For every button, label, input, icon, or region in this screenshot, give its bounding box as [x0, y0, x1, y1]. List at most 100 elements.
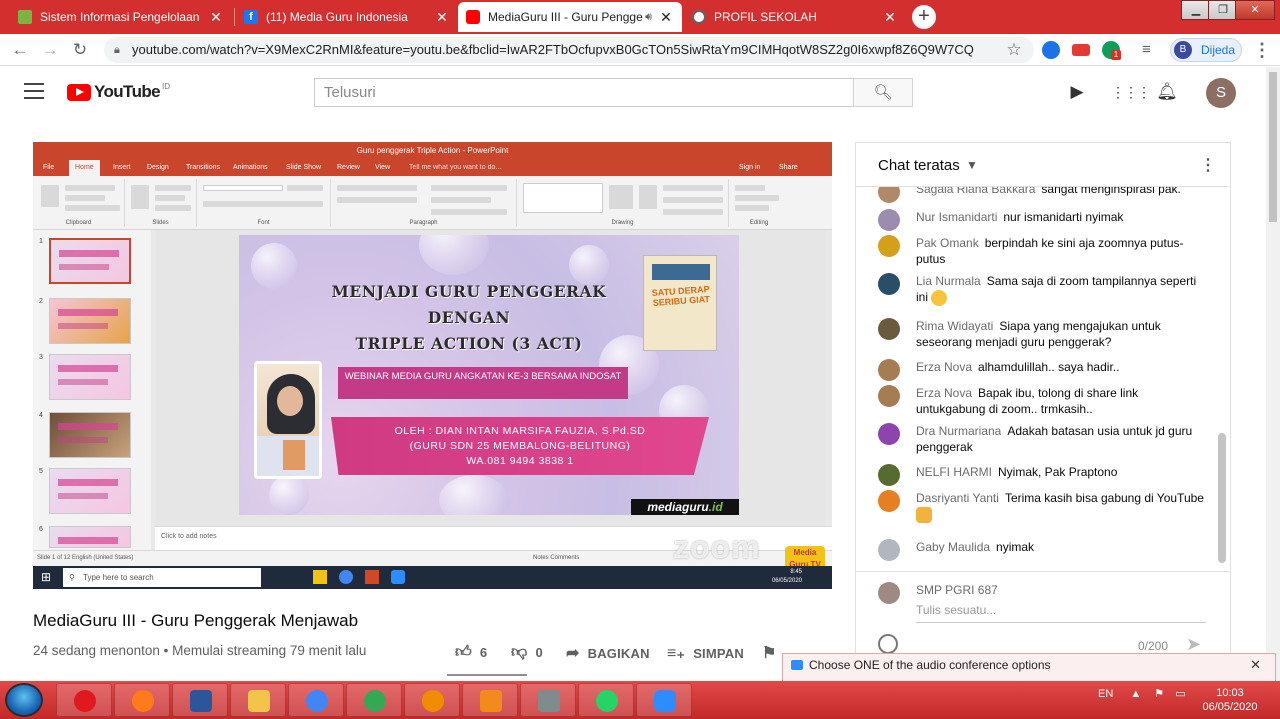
- avatar: [878, 318, 900, 340]
- create-video-icon[interactable]: ▶︎: [1066, 81, 1088, 103]
- slide-thumbnail[interactable]: [49, 238, 131, 284]
- chat-scrollbar[interactable]: [1218, 433, 1226, 563]
- back-icon[interactable]: ←: [8, 38, 32, 62]
- tray-expand-icon[interactable]: ▲: [1130, 688, 1141, 700]
- ribbon-tab[interactable]: Design: [147, 160, 169, 176]
- chat-message: Lia Nurmala Sama saja di zoom tampilannya…: [878, 273, 1208, 306]
- slide-thumbnail[interactable]: [49, 412, 131, 458]
- ribbon-tab[interactable]: Review: [337, 160, 360, 176]
- slide-thumbnail[interactable]: [49, 298, 131, 344]
- star-icon[interactable]: ☆: [1002, 38, 1026, 62]
- profile-button[interactable]: B Dijeda: [1170, 38, 1242, 62]
- close-window-button[interactable]: ✕: [1235, 0, 1275, 20]
- share-icon: ➦: [566, 645, 580, 662]
- caret-down-icon[interactable]: ▼: [966, 158, 978, 172]
- hugging-emoji-icon: [931, 289, 948, 306]
- video-player[interactable]: Guru penggerak Triple Action - PowerPoin…: [33, 142, 832, 589]
- ribbon-tab[interactable]: Slide Show: [286, 160, 321, 176]
- ribbon-tab[interactable]: Transitions: [186, 160, 220, 176]
- taskbar-app-firefox[interactable]: [114, 683, 170, 717]
- speaker-icon[interactable]: 🔊︎: [645, 11, 652, 24]
- thumb-number: 3: [39, 354, 43, 361]
- signin-link[interactable]: Sign in: [739, 160, 760, 176]
- start-button[interactable]: [5, 683, 43, 717]
- like-button[interactable]: 👍︎ 6: [455, 643, 487, 662]
- tab-sistem-informasi[interactable]: Sistem Informasi Pengelolaan Ke ✕: [10, 2, 232, 32]
- minimize-button[interactable]: ▁: [1181, 0, 1211, 20]
- send-icon[interactable]: ➤: [1186, 634, 1201, 655]
- taskbar-clock[interactable]: 10:03 06/05/2020: [1190, 686, 1270, 714]
- tab-youtube-active[interactable]: MediaGuru III - Guru Pengge 🔊︎ ✕: [458, 2, 682, 32]
- emoji-icon[interactable]: [878, 634, 898, 654]
- taskbar-app-media-player[interactable]: [462, 683, 518, 717]
- close-icon[interactable]: ✕: [658, 9, 674, 26]
- taskbar-app-chrome-profile[interactable]: [346, 683, 402, 717]
- ribbon-tab[interactable]: View: [375, 160, 390, 176]
- like-count: 6: [479, 645, 488, 660]
- close-icon[interactable]: ✕: [1250, 654, 1261, 676]
- tab-profil-sekolah[interactable]: PROFIL SEKOLAH ✕: [684, 2, 906, 32]
- chat-message: Rima Widayati Siapa yang mengajukan untuk…: [878, 318, 1208, 350]
- hamburger-menu-icon[interactable]: [24, 83, 44, 99]
- ribbon-tab[interactable]: Home: [69, 160, 100, 176]
- ribbon-tab[interactable]: File: [43, 160, 54, 176]
- dislike-button[interactable]: 👎︎ 0: [511, 643, 543, 662]
- language-indicator[interactable]: EN: [1098, 688, 1113, 700]
- taskbar-app-opera[interactable]: [56, 683, 112, 717]
- chat-mode-dropdown[interactable]: Chat teratas: [878, 157, 960, 174]
- search-icon: 🔍︎: [873, 84, 893, 101]
- file-explorer-icon: [313, 570, 327, 584]
- taskbar-app-network[interactable]: [520, 683, 576, 717]
- forward-icon[interactable]: →: [38, 38, 62, 62]
- address-bar[interactable]: 🔒︎ youtube.com/watch?v=X9MexC2RnMI&featu…: [104, 37, 1034, 63]
- extension-icon[interactable]: [1042, 41, 1060, 59]
- chat-message-list: Sagala Riana Bakkara sangat menginspirasi…: [856, 187, 1216, 567]
- maximize-button[interactable]: ❐: [1208, 0, 1238, 20]
- tab-title: (11) Media Guru Indonesia: [266, 10, 408, 24]
- tell-me-box[interactable]: Tell me what you want to do...: [409, 160, 501, 176]
- close-icon[interactable]: ✕: [882, 9, 898, 26]
- share-button[interactable]: ➦ BAGIKAN: [566, 643, 650, 663]
- youtube-logo[interactable]: YouTube ID: [67, 82, 170, 102]
- slide-thumbnail[interactable]: [49, 468, 131, 514]
- extension-icon[interactable]: [1072, 44, 1090, 56]
- share-button[interactable]: Share: [779, 160, 798, 176]
- network-icon[interactable]: ⚑: [1154, 688, 1164, 700]
- new-tab-button[interactable]: +: [912, 5, 936, 29]
- globe-icon: [692, 10, 706, 24]
- ribbon-tab[interactable]: Animations: [233, 160, 268, 176]
- slide-thumbnail[interactable]: [49, 526, 131, 548]
- taskbar-app-zoom[interactable]: [636, 683, 692, 717]
- taskbar-app-whatsapp[interactable]: [578, 683, 634, 717]
- save-button[interactable]: ≡₊ SIMPAN: [667, 643, 744, 663]
- taskbar-app-word[interactable]: [172, 683, 228, 717]
- chrome-icon: [339, 570, 353, 584]
- zoom-audio-popup[interactable]: Choose ONE of the audio conference optio…: [782, 653, 1276, 683]
- extension-icon[interactable]: 1: [1102, 41, 1121, 60]
- zoom-icon: [791, 660, 803, 670]
- page-scrollbar[interactable]: [1266, 67, 1280, 681]
- search-input[interactable]: Telusuri: [314, 78, 854, 107]
- more-options-icon[interactable]: ⋮: [1200, 155, 1216, 175]
- close-icon[interactable]: ✕: [434, 9, 450, 26]
- reload-icon[interactable]: ↻: [68, 38, 92, 62]
- ribbon-tab[interactable]: Insert: [113, 160, 131, 176]
- taskbar-app-explorer[interactable]: [230, 683, 286, 717]
- close-icon[interactable]: ✕: [208, 9, 224, 26]
- search-button[interactable]: 🔍︎: [853, 78, 913, 107]
- tab-media-guru-facebook[interactable]: f (11) Media Guru Indonesia ✕: [236, 2, 458, 32]
- slide-thumbnail[interactable]: [49, 354, 131, 400]
- avatar[interactable]: S: [1206, 78, 1236, 108]
- bell-icon[interactable]: 🔔︎: [1156, 81, 1178, 103]
- apps-grid-icon[interactable]: ⋮⋮⋮: [1111, 81, 1151, 103]
- slide[interactable]: MENJADI GURU PENGGERAK DENGAN TRIPLE ACT…: [239, 235, 739, 515]
- taskbar-app-avast[interactable]: [404, 683, 460, 717]
- chat-message-input[interactable]: Tulis sesuatu...: [916, 603, 1206, 623]
- playlist-icon[interactable]: ≡: [1142, 41, 1160, 59]
- flag-icon: ⚑: [762, 645, 777, 662]
- live-chat: Chat teratas ▼ ⋮ Sagala Riana Bakkara san…: [855, 142, 1231, 682]
- taskbar-app-chrome[interactable]: [288, 683, 344, 717]
- menu-icon[interactable]: ⋮: [1250, 38, 1274, 62]
- ribbon: Clipboard Slides Font Paragraph Drawing …: [33, 176, 832, 230]
- speaker-icon[interactable]: ▭: [1175, 688, 1185, 700]
